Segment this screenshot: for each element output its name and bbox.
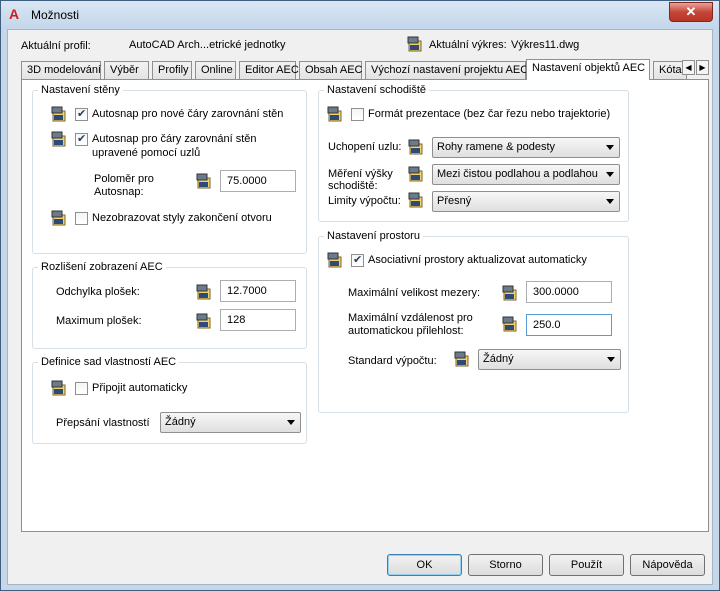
tab-aec-editor[interactable]: Editor AEC: [239, 61, 299, 79]
drawing-file-icon: [51, 210, 66, 226]
calc-standard-select[interactable]: Žádný: [478, 349, 621, 370]
dialog-body: Aktuální profil: AutoCAD Arch...etrické …: [7, 29, 713, 585]
ok-button[interactable]: OK: [387, 554, 462, 576]
property-set-group: Definice sad vlastností AEC Připojit aut…: [32, 356, 307, 444]
max-gap-label: Maximální velikost mezery:: [348, 287, 481, 299]
property-override-select[interactable]: Žádný: [160, 412, 301, 433]
chevron-down-icon: [606, 145, 614, 150]
calc-limits-value: Přesný: [437, 195, 472, 207]
presentation-format-label: Formát prezentace (bez čar řezu nebo tra…: [368, 108, 611, 120]
tab-scroll-left-icon[interactable]: ◀: [682, 60, 695, 75]
facet-max-label: Maximum plošek:: [56, 315, 142, 327]
stair-settings-group: Nastavení schodiště Formát prezentace (b…: [318, 84, 629, 222]
tab-profiles[interactable]: Profily: [152, 61, 192, 79]
tab-aec-object-settings[interactable]: Nastavení objektů AEC: [526, 59, 650, 80]
drawing-file-icon: [407, 36, 422, 52]
no-endcap-label: Nezobrazovat styly zakončení otvoru: [92, 212, 272, 224]
space-settings-title: Nastavení prostoru: [324, 230, 423, 242]
current-drawing-value: Výkres11.dwg: [511, 39, 580, 51]
drawing-file-icon: [196, 313, 211, 329]
current-profile-value: AutoCAD Arch...etrické jednotky: [129, 39, 286, 51]
autosnap-new-label: Autosnap pro nové čáry zarovnání stěn: [92, 108, 284, 120]
title-bar[interactable]: A Možnosti ✕: [1, 1, 719, 29]
chevron-down-icon: [606, 199, 614, 204]
facet-max-input[interactable]: 128: [220, 309, 296, 331]
close-button[interactable]: ✕: [669, 2, 713, 22]
assoc-spaces-label: Asociativní prostory aktualizovat automa…: [368, 254, 587, 266]
assoc-spaces-checkbox[interactable]: [351, 253, 364, 267]
tab-panel: Nastavení stěny Autosnap pro nové čáry z…: [21, 79, 709, 532]
autosnap-grip-checkbox[interactable]: [75, 132, 88, 146]
drawing-file-icon: [408, 166, 423, 182]
help-button[interactable]: Nápověda: [630, 554, 705, 576]
options-dialog: A Možnosti ✕ Aktuální profil: AutoCAD Ar…: [0, 0, 720, 591]
drawing-file-icon: [502, 285, 517, 301]
space-settings-group: Nastavení prostoru Asociativní prostory …: [318, 230, 629, 413]
drawing-file-icon: [454, 351, 469, 367]
tab-selection[interactable]: Výběr: [104, 61, 149, 79]
height-measure-label-line2: schodiště:: [328, 180, 378, 192]
calc-limits-label: Limity výpočtu:: [328, 195, 401, 207]
tab-aec-content[interactable]: Obsah AEC: [299, 61, 362, 79]
property-override-value: Žádný: [165, 416, 196, 428]
drawing-file-icon: [51, 106, 66, 122]
apply-button[interactable]: Použít: [549, 554, 624, 576]
chevron-down-icon: [287, 420, 295, 425]
auto-attach-label: Připojit automaticky: [92, 382, 188, 394]
max-gap-input[interactable]: 300.0000: [526, 281, 612, 303]
drawing-file-icon: [51, 380, 66, 396]
drawing-file-icon: [408, 139, 423, 155]
presentation-format-checkbox[interactable]: [351, 108, 364, 121]
facet-deviation-input[interactable]: 12.7000: [220, 280, 296, 302]
calc-standard-label: Standard výpočtu:: [348, 355, 437, 367]
height-measure-select[interactable]: Mezi čistou podlahou a podlahou: [432, 164, 620, 185]
drawing-file-icon: [327, 106, 342, 122]
stair-settings-title: Nastavení schodiště: [324, 84, 430, 96]
auto-attach-checkbox[interactable]: [75, 382, 88, 395]
facet-deviation-label: Odchylka plošek:: [56, 286, 140, 298]
window-title: Možnosti: [31, 8, 80, 22]
chevron-down-icon: [606, 172, 614, 177]
autocad-logo-icon: A: [9, 6, 20, 22]
cancel-button[interactable]: Storno: [468, 554, 543, 576]
current-profile-label: Aktuální profil:: [21, 40, 91, 52]
calc-limits-select[interactable]: Přesný: [432, 191, 620, 212]
autosnap-radius-label-line2: Autosnap:: [94, 186, 144, 198]
autosnap-grip-label-line1: Autosnap pro čáry zarovnání stěn: [92, 133, 257, 145]
tab-scroll-right-icon[interactable]: ▶: [696, 60, 709, 75]
drawing-file-icon: [51, 131, 66, 147]
drawing-file-icon: [327, 252, 342, 268]
height-measure-label-line1: Měření výšky: [328, 168, 393, 180]
drawing-file-icon: [408, 192, 423, 208]
height-measure-value: Mezi čistou podlahou a podlahou: [437, 168, 598, 180]
aec-resolution-group: Rozlišení zobrazení AEC Odchylka plošek:…: [32, 261, 307, 349]
chevron-down-icon: [607, 357, 615, 362]
node-grip-value: Rohy ramene & podesty: [437, 141, 556, 153]
autosnap-grip-label-line2: upravené pomocí uzlů: [92, 147, 201, 159]
wall-settings-group: Nastavení stěny Autosnap pro nové čáry z…: [32, 84, 307, 254]
drawing-file-icon: [502, 316, 517, 332]
max-distance-label-line2: automatickou přilehlost:: [348, 325, 464, 337]
autosnap-radius-label-line1: Poloměr pro: [94, 173, 154, 185]
property-set-title: Definice sad vlastností AEC: [38, 356, 180, 368]
node-grip-label: Uchopení uzlu:: [328, 141, 402, 153]
calc-standard-value: Žádný: [483, 353, 514, 365]
tab-aec-project-defaults[interactable]: Výchozí nastavení projektu AEC: [365, 61, 528, 79]
autosnap-radius-input[interactable]: 75.0000: [220, 170, 296, 192]
max-distance-label-line1: Maximální vzdálenost pro: [348, 312, 473, 324]
drawing-file-icon: [196, 173, 211, 189]
autosnap-new-checkbox[interactable]: [75, 107, 88, 121]
tab-online[interactable]: Online: [195, 61, 236, 79]
current-drawing-label: Aktuální výkres:: [429, 39, 507, 51]
aec-resolution-title: Rozlišení zobrazení AEC: [38, 261, 166, 273]
property-override-label: Přepsání vlastností: [56, 417, 150, 429]
max-distance-input[interactable]: 250.0: [526, 314, 612, 336]
node-grip-select[interactable]: Rohy ramene & podesty: [432, 137, 620, 158]
no-endcap-checkbox[interactable]: [75, 212, 88, 225]
wall-settings-title: Nastavení stěny: [38, 84, 123, 96]
drawing-file-icon: [196, 284, 211, 300]
tab-strip: 3D modelování Výběr Profily Online Edito…: [21, 59, 711, 80]
tab-3d-modeling[interactable]: 3D modelování: [21, 61, 101, 79]
